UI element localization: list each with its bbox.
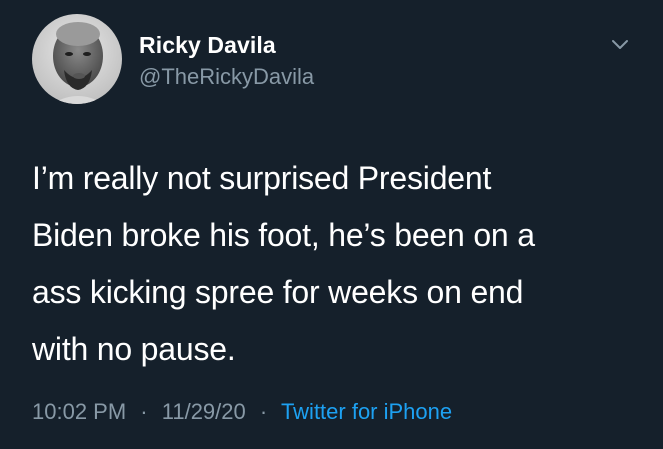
meta-separator: · [140, 399, 148, 424]
tweet-text-line: with no pause. [32, 331, 236, 367]
tweet-time[interactable]: 10:02 PM [32, 399, 126, 424]
avatar[interactable] [32, 14, 122, 104]
tweet-card: Ricky Davila @TheRickyDavila I’m really … [0, 0, 663, 449]
meta-separator: · [259, 399, 268, 424]
tweet-date[interactable]: 11/29/20 [162, 399, 246, 424]
tweet-text-line: Biden broke his foot, he’s been on a [32, 217, 535, 253]
author-handle[interactable]: @TheRickyDavila [139, 64, 314, 90]
chevron-down-icon[interactable] [608, 32, 632, 56]
tweet-text-line: I’m really not surprised President [32, 160, 492, 196]
tweet-meta: 10:02 PM · 11/29/20 · Twitter for iPhone [32, 399, 452, 425]
tweet-source-link[interactable]: Twitter for iPhone [281, 399, 452, 424]
tweet-text-line: ass kicking spree for weeks on end [32, 274, 524, 310]
tweet-text: I’m really not surprised President Biden… [32, 150, 632, 378]
author-name[interactable]: Ricky Davila [139, 32, 276, 59]
